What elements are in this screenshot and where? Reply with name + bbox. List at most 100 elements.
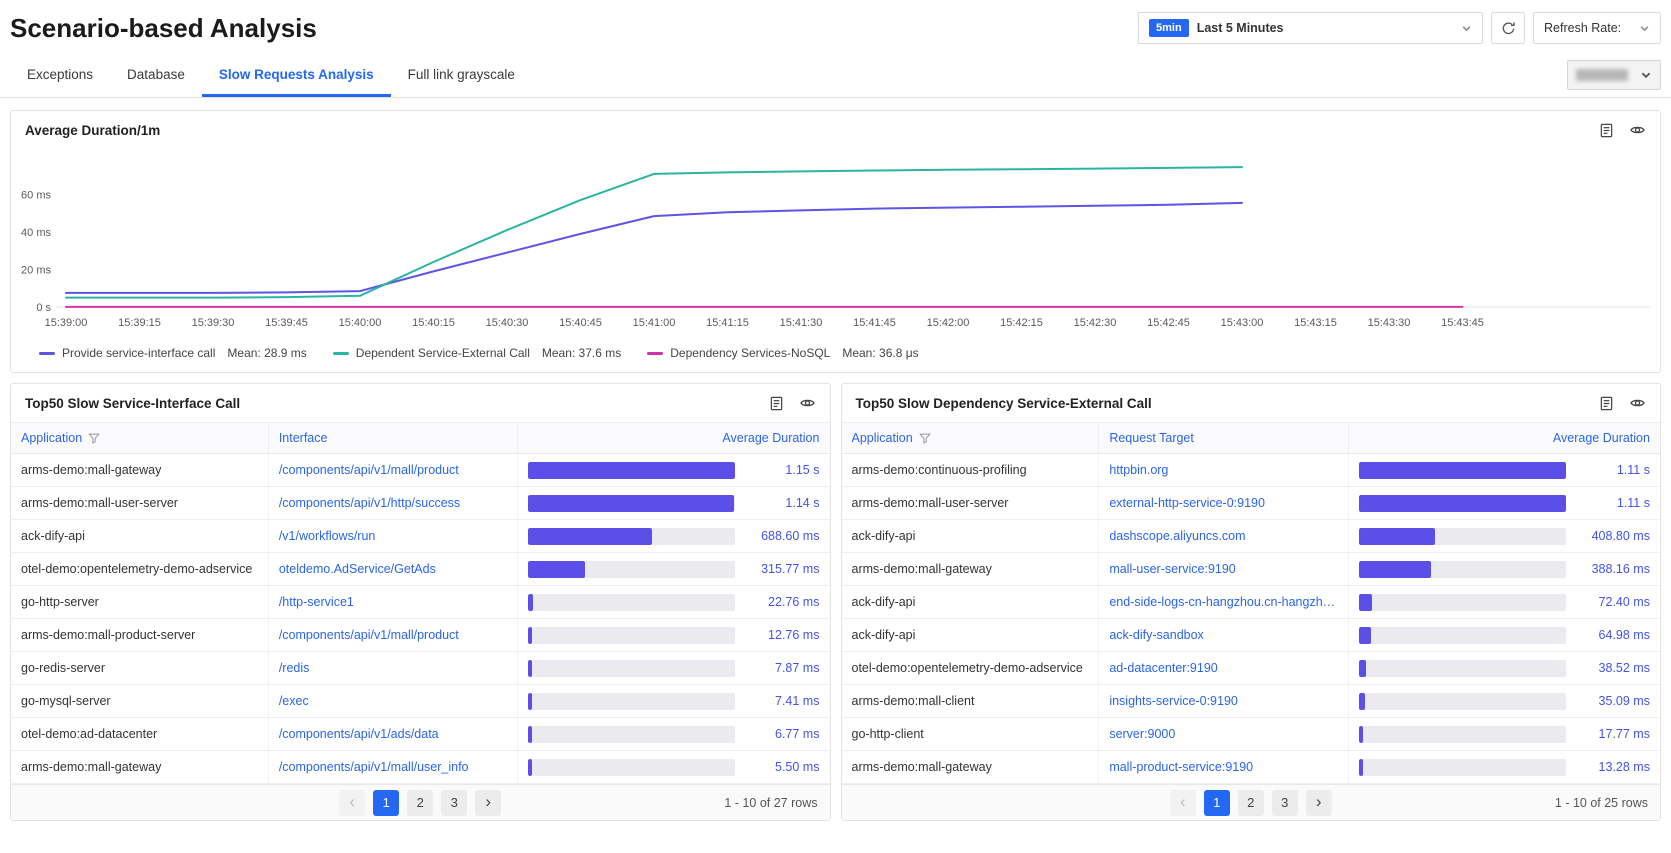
duration-bar xyxy=(528,726,532,743)
filter-icon[interactable] xyxy=(919,432,931,444)
column-header-application[interactable]: Application xyxy=(842,423,1100,453)
request-target-link[interactable]: insights-service-0:9190 xyxy=(1099,685,1349,717)
refresh-rate-dropdown[interactable]: Refresh Rate: xyxy=(1533,12,1661,44)
request-target-link[interactable]: ack-dify-sandbox xyxy=(1099,619,1349,651)
request-target-link[interactable]: server:9000 xyxy=(1099,718,1349,750)
column-header-request-target[interactable]: Request Target xyxy=(1099,423,1349,453)
page-button-3[interactable]: 3 xyxy=(441,790,467,816)
interface-link[interactable]: /components/api/v1/http/success xyxy=(269,487,519,519)
duration-bar xyxy=(528,759,532,776)
svg-text:15:39:15: 15:39:15 xyxy=(118,317,161,329)
table-row: arms-demo:mall-product-server /component… xyxy=(11,619,830,652)
right-table-title: Top50 Slow Dependency Service-External C… xyxy=(856,396,1152,411)
chart-card-header: Average Duration/1m xyxy=(11,111,1660,149)
interface-link[interactable]: /components/api/v1/mall/product xyxy=(269,619,519,651)
table-row: arms-demo:mall-client insights-service-0… xyxy=(842,685,1661,718)
duration-bar-track xyxy=(528,561,735,578)
duration-bar-track xyxy=(1359,759,1566,776)
log-icon[interactable] xyxy=(1599,396,1614,411)
next-page-button[interactable]: › xyxy=(475,790,501,816)
legend-label: Provide service-interface call xyxy=(62,346,215,360)
svg-text:15:41:30: 15:41:30 xyxy=(780,317,823,329)
request-target-link[interactable]: mall-user-service:9190 xyxy=(1099,553,1349,585)
table-row: arms-demo:mall-gateway mall-product-serv… xyxy=(842,751,1661,784)
tab-database[interactable]: Database xyxy=(110,52,202,97)
average-duration-cell: 64.98 ms xyxy=(1349,619,1660,651)
table-row: arms-demo:mall-user-server /components/a… xyxy=(11,487,830,520)
application-cell: arms-demo:mall-client xyxy=(842,685,1100,717)
request-target-link[interactable]: httpbin.org xyxy=(1099,454,1349,486)
svg-text:15:42:15: 15:42:15 xyxy=(1000,317,1043,329)
duration-bar-track xyxy=(528,660,735,677)
page-button-1[interactable]: 1 xyxy=(1204,790,1230,816)
tab-exceptions[interactable]: Exceptions xyxy=(10,52,110,97)
duration-bar-track xyxy=(528,693,735,710)
application-cell: arms-demo:mall-gateway xyxy=(842,553,1100,585)
legend-item[interactable]: Dependency Services-NoSQL Mean: 36.8 μs xyxy=(647,346,918,360)
right-table-body: arms-demo:continuous-profiling httpbin.o… xyxy=(842,454,1661,784)
duration-value: 64.98 ms xyxy=(1576,628,1650,642)
interface-link[interactable]: /redis xyxy=(269,652,519,684)
application-cell: arms-demo:continuous-profiling xyxy=(842,454,1100,486)
interface-link[interactable]: /components/api/v1/ads/data xyxy=(269,718,519,750)
legend-item[interactable]: Provide service-interface call Mean: 28.… xyxy=(39,346,307,360)
legend-item[interactable]: Dependent Service-External Call Mean: 37… xyxy=(333,346,621,360)
prev-page-button[interactable]: ‹ xyxy=(339,790,365,816)
duration-bar xyxy=(1359,693,1366,710)
request-target-link[interactable]: mall-product-service:9190 xyxy=(1099,751,1349,783)
interface-link[interactable]: /exec xyxy=(269,685,519,717)
chevron-down-icon xyxy=(1461,23,1472,34)
filter-icon[interactable] xyxy=(88,432,100,444)
svg-text:15:39:45: 15:39:45 xyxy=(265,317,308,329)
svg-text:15:42:30: 15:42:30 xyxy=(1074,317,1117,329)
log-icon[interactable] xyxy=(769,396,784,411)
table-row: otel-demo:opentelemetry-demo-adservice o… xyxy=(11,553,830,586)
column-header-average-duration[interactable]: Average Duration xyxy=(518,423,829,453)
interface-link[interactable]: /v1/workflows/run xyxy=(269,520,519,552)
interface-link[interactable]: oteldemo.AdService/GetAds xyxy=(269,553,519,585)
next-page-button[interactable]: › xyxy=(1306,790,1332,816)
page-button-2[interactable]: 2 xyxy=(1238,790,1264,816)
tab-slow-requests-analysis[interactable]: Slow Requests Analysis xyxy=(202,52,391,97)
request-target-link[interactable]: end-side-logs-cn-hangzhou.cn-hangzhou-in… xyxy=(1099,586,1349,618)
request-target-link[interactable]: external-http-service-0:9190 xyxy=(1099,487,1349,519)
svg-text:0 s: 0 s xyxy=(36,302,51,314)
eye-icon[interactable] xyxy=(799,395,816,411)
legend-swatch xyxy=(333,352,349,355)
request-target-link[interactable]: dashscope.aliyuncs.com xyxy=(1099,520,1349,552)
application-cell: arms-demo:mall-product-server xyxy=(11,619,269,651)
left-table-pagination: ‹ 123 › xyxy=(339,790,501,816)
average-duration-cell: 1.11 s xyxy=(1349,454,1660,486)
redacted-dropdown[interactable] xyxy=(1567,60,1661,90)
column-header-average-duration[interactable]: Average Duration xyxy=(1349,423,1660,453)
page-button-2[interactable]: 2 xyxy=(407,790,433,816)
interface-link[interactable]: /components/api/v1/mall/product xyxy=(269,454,519,486)
request-target-link[interactable]: ad-datacenter:9190 xyxy=(1099,652,1349,684)
slow-dependency-call-card: Top50 Slow Dependency Service-External C… xyxy=(841,383,1662,821)
time-range-picker[interactable]: 5min Last 5 Minutes xyxy=(1138,12,1483,44)
application-cell: otel-demo:ad-datacenter xyxy=(11,718,269,750)
left-table-column-headers: Application Interface Average Duration xyxy=(11,423,830,454)
svg-text:15:42:45: 15:42:45 xyxy=(1147,317,1190,329)
log-icon[interactable] xyxy=(1599,123,1614,138)
interface-link[interactable]: /http-service1 xyxy=(269,586,519,618)
duration-bar xyxy=(1359,561,1431,578)
interface-link[interactable]: /components/api/v1/mall/user_info xyxy=(269,751,519,783)
refresh-button[interactable] xyxy=(1491,12,1525,44)
svg-text:15:42:00: 15:42:00 xyxy=(927,317,970,329)
rows-count-text: 1 - 10 of 25 rows xyxy=(1555,796,1648,810)
left-table-actions xyxy=(769,395,816,411)
svg-text:15:40:00: 15:40:00 xyxy=(339,317,382,329)
svg-text:15:43:00: 15:43:00 xyxy=(1221,317,1264,329)
prev-page-button[interactable]: ‹ xyxy=(1170,790,1196,816)
duration-bar xyxy=(528,462,735,479)
column-header-interface[interactable]: Interface xyxy=(269,423,519,453)
tab-full-link-grayscale[interactable]: Full link grayscale xyxy=(391,52,532,97)
eye-icon[interactable] xyxy=(1629,395,1646,411)
eye-icon[interactable] xyxy=(1629,122,1646,138)
left-table-header: Top50 Slow Service-Interface Call xyxy=(11,384,830,423)
page-button-3[interactable]: 3 xyxy=(1272,790,1298,816)
page-button-1[interactable]: 1 xyxy=(373,790,399,816)
average-duration-cell: 1.11 s xyxy=(1349,487,1660,519)
column-header-application[interactable]: Application xyxy=(11,423,269,453)
